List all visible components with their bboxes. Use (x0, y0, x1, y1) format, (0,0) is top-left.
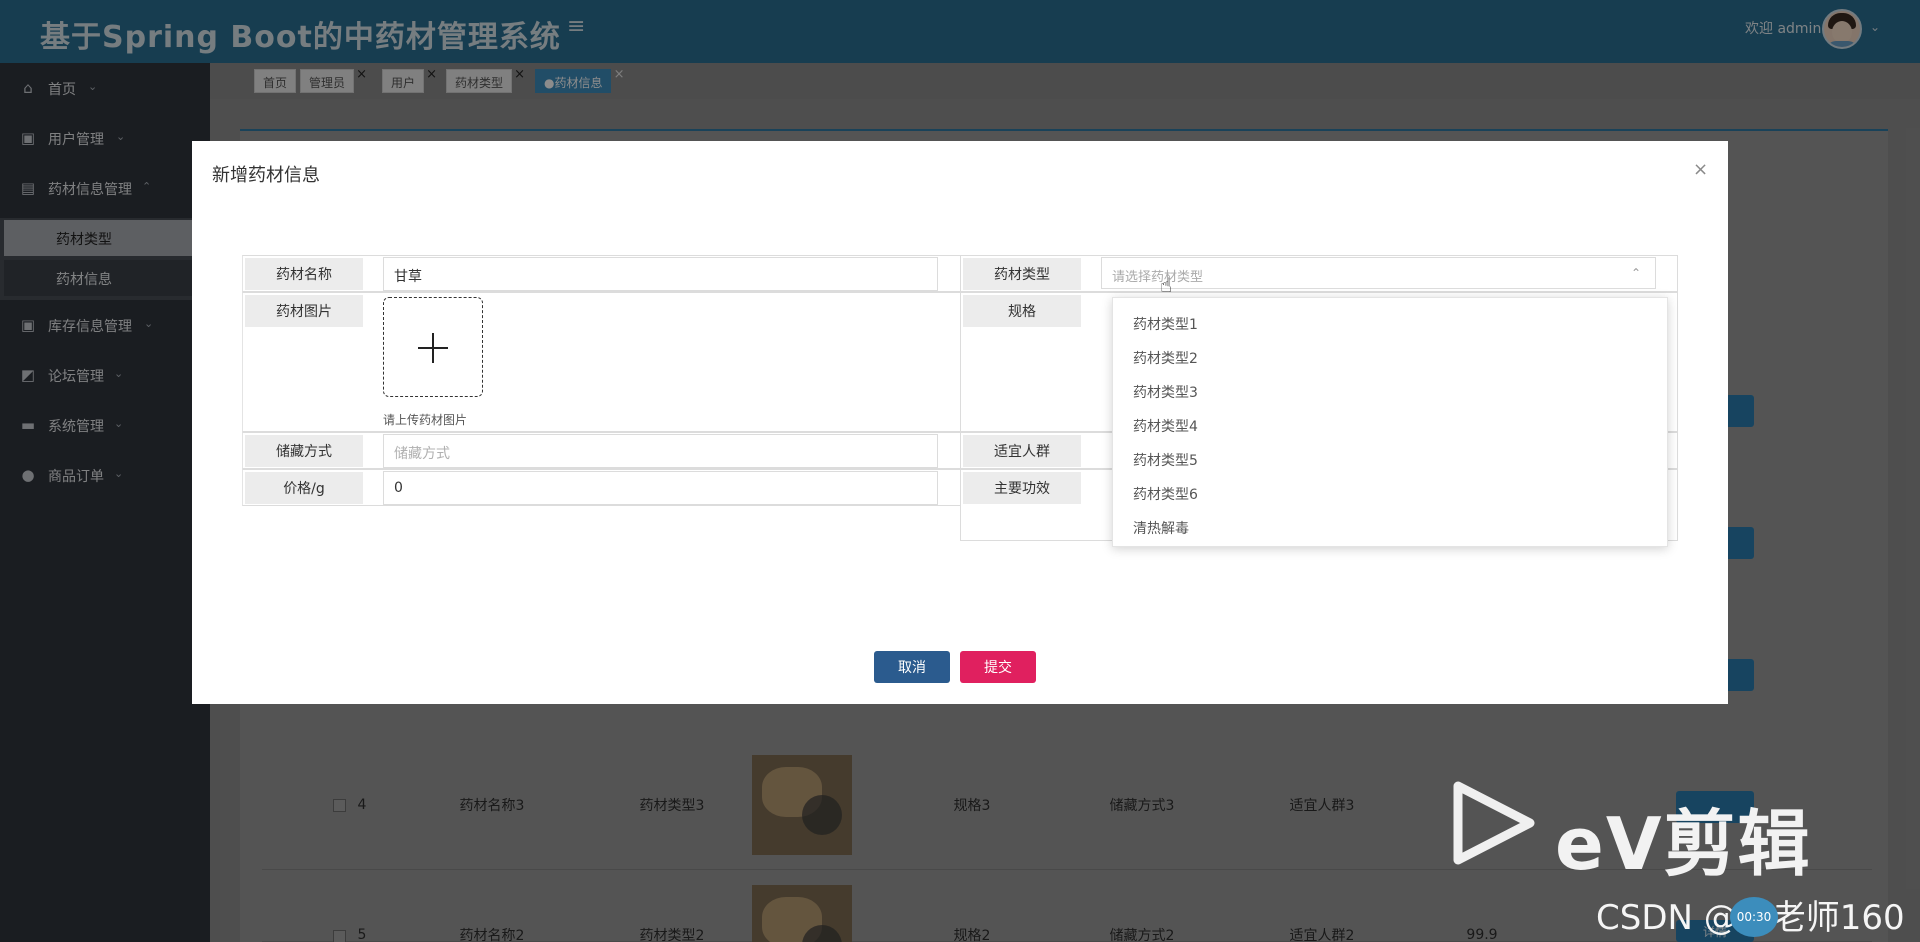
herb-type-select[interactable]: 请选择药材类型 ⌃ (1101, 257, 1656, 289)
cancel-button[interactable]: 取消 (874, 651, 950, 683)
form-row-name: 药材名称 甘草 (242, 255, 960, 292)
herb-name-input[interactable]: 甘草 (383, 257, 938, 291)
field-label: 储藏方式 (245, 435, 363, 467)
dropdown-option[interactable]: 药材类型5 (1133, 450, 1198, 470)
image-upload-button[interactable] (383, 297, 483, 397)
dropdown-option[interactable]: 清热解毒 (1133, 518, 1189, 538)
submit-button[interactable]: 提交 (960, 651, 1036, 683)
recording-timer: 00:30 (1730, 897, 1778, 937)
herb-type-dropdown: 药材类型1 药材类型2 药材类型3 药材类型4 药材类型5 药材类型6 清热解毒 (1112, 297, 1668, 547)
field-label: 价格/g (245, 472, 363, 504)
field-label: 规格 (963, 295, 1081, 327)
upload-tip: 请上传药材图片 (383, 413, 468, 427)
dropdown-option[interactable]: 药材类型2 (1133, 348, 1198, 368)
field-label: 药材名称 (245, 258, 363, 290)
field-label: 药材类型 (963, 258, 1081, 290)
form-row-type: 药材类型 请选择药材类型 ⌃ (960, 255, 1678, 292)
chevron-up-icon: ⌃ (1630, 266, 1641, 280)
storage-input[interactable]: 储藏方式 (383, 434, 938, 468)
dropdown-option[interactable]: 药材类型3 (1133, 382, 1198, 402)
field-label: 主要功效 (963, 472, 1081, 504)
field-label: 药材图片 (245, 295, 363, 327)
dropdown-option[interactable]: 药材类型6 (1133, 484, 1198, 504)
dropdown-option[interactable]: 药材类型1 (1133, 314, 1198, 334)
form-row-storage: 储藏方式 储藏方式 (242, 432, 960, 469)
field-label: 适宜人群 (963, 435, 1081, 467)
form-row-price: 价格/g 0 (242, 469, 960, 506)
form-row-image: 药材图片 请上传药材图片 (242, 292, 960, 432)
ev-watermark: eV剪辑 (1555, 802, 1812, 886)
dropdown-option[interactable]: 药材类型4 (1133, 416, 1198, 436)
price-input[interactable]: 0 (383, 471, 938, 505)
dialog-title: 新增药材信息 (212, 165, 320, 186)
play-logo-icon (1453, 781, 1535, 865)
mouse-cursor-icon: ☝ (1160, 273, 1173, 297)
close-icon[interactable]: × (1693, 159, 1708, 180)
